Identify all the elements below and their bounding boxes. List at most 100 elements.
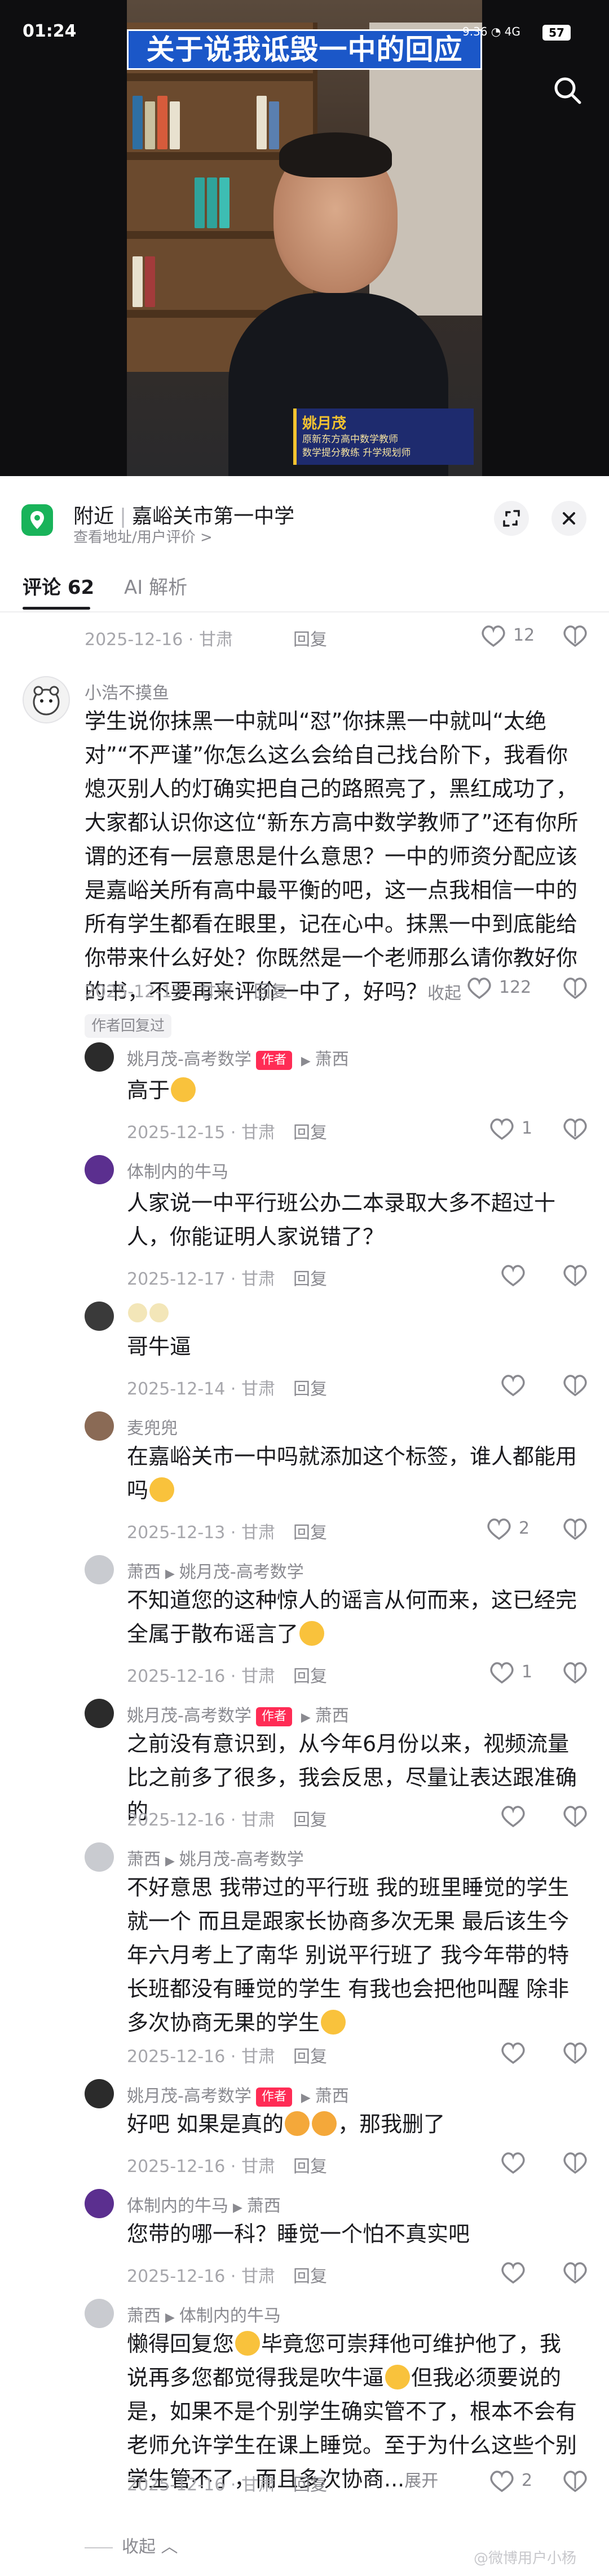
like-icon[interactable]	[476, 619, 510, 652]
reply-author[interactable]: 麦兜兜	[127, 1414, 178, 1439]
status-bar: 01:24 9.36 ◔ 4G 57	[0, 0, 609, 41]
tab-comments[interactable]: 评论 62	[23, 572, 94, 599]
tab-ai-analysis[interactable]: AI 解析	[124, 572, 187, 599]
like-icon[interactable]	[485, 1112, 519, 1145]
author-badge: 作者	[255, 2087, 292, 2107]
video-player[interactable]: 关于说我诋毁一中的回应 01:24 9.36 ◔ 4G 57 姚月茂 原新东方高…	[0, 0, 609, 476]
like-icon[interactable]	[482, 1512, 516, 1545]
comment-text: 学生说你抹黑一中就叫“怼”你抹黑一中就叫“太绝对”“不严谨”你怎么这么会给自己找…	[85, 709, 579, 1004]
smile-emoji-icon	[299, 1621, 325, 1646]
reply-author: 体制内的牛马 ▶ 萧西	[127, 2196, 281, 2216]
shocked-emoji-icon	[149, 1477, 175, 1502]
avatar[interactable]	[85, 2189, 114, 2218]
status-time: 01:24	[23, 21, 77, 41]
reply-author: 姚月茂-高考数学 作者 ▶ 萧西	[127, 2086, 349, 2107]
location-sub[interactable]: 查看地址/用户评价 >	[73, 526, 213, 547]
dislike-icon[interactable]	[558, 971, 592, 1005]
avatar[interactable]	[85, 2079, 114, 2108]
reply-author: 萧西 ▶ 姚月茂-高考数学	[127, 1562, 304, 1582]
reply-button[interactable]: 回复	[293, 2471, 327, 2495]
reply-button[interactable]: 回复	[293, 1662, 327, 1687]
reply-button[interactable]: 回复	[293, 2042, 327, 2067]
like-icon[interactable]	[496, 1368, 530, 1402]
reply-author: 姚月茂-高考数学 作者 ▶ 萧西	[127, 1706, 349, 1726]
author-badge: 作者	[255, 1050, 292, 1070]
location-name[interactable]: 附近 | 嘉峪关市第一中学	[73, 500, 294, 529]
reply-date: 2025-12-16 · 甘肃	[127, 2157, 275, 2177]
like-icon[interactable]	[496, 2146, 530, 2179]
avatar[interactable]	[85, 1042, 114, 1072]
reply-arrow-icon: ▶	[301, 1054, 311, 1068]
like-icon[interactable]	[485, 2464, 519, 2498]
avatar[interactable]	[85, 1155, 114, 1184]
status-network: 9.36 ◔ 4G	[462, 25, 520, 38]
dislike-icon[interactable]	[558, 1655, 592, 1689]
reply-date: 2025-12-16 · 甘肃	[127, 2475, 275, 2495]
dislike-icon[interactable]	[558, 1112, 592, 1145]
avatar[interactable]	[85, 1555, 114, 1584]
avatar[interactable]	[85, 2299, 114, 2328]
dislike-icon[interactable]	[558, 2464, 592, 2498]
like-icon[interactable]	[496, 1799, 530, 1833]
person-hair	[279, 132, 392, 177]
reply-text: 在嘉峪关市一中吗就添加这个标签，谁人都能用吗	[127, 1444, 577, 1503]
reply-button[interactable]: 回复	[293, 625, 327, 650]
battery-icon: 57	[542, 25, 571, 41]
comment-author[interactable]: 小浩不摸鱼	[85, 679, 169, 704]
reply-author[interactable]: 体制内的牛马	[127, 1158, 228, 1183]
reply-arrow-icon: ▶	[301, 2091, 311, 2105]
avatar[interactable]	[85, 1411, 114, 1441]
dislike-icon[interactable]	[558, 2255, 592, 2289]
thumbs-up-icon	[312, 2111, 337, 2136]
reply-button[interactable]: 回复	[254, 978, 288, 1002]
reply-button[interactable]: 回复	[293, 1518, 327, 1543]
dislike-icon[interactable]	[558, 1258, 592, 1292]
expand-button[interactable]	[494, 501, 529, 536]
reply-arrow-icon: ▶	[233, 2201, 242, 2215]
smile-emoji-icon	[321, 2010, 346, 2035]
reply-arrow-icon: ▶	[301, 1711, 311, 1725]
dislike-icon[interactable]	[558, 2036, 592, 2069]
reply-button[interactable]: 回复	[293, 1265, 327, 1290]
like-icon[interactable]	[462, 971, 496, 1005]
network-speed: 9.36	[462, 25, 488, 38]
dislike-icon[interactable]	[558, 1799, 592, 1833]
name-card-line1: 原新东方高中数学教师	[302, 434, 398, 445]
dislike-icon[interactable]	[558, 2146, 592, 2179]
avatar[interactable]	[85, 1842, 114, 1872]
like-icon[interactable]	[496, 2255, 530, 2289]
like-icon[interactable]	[496, 2036, 530, 2069]
watermark: @微博用户小杨	[474, 2550, 577, 2567]
reply-text: 哥牛逼	[127, 1334, 192, 1359]
search-icon[interactable]	[550, 73, 584, 107]
like-icon[interactable]	[485, 1655, 519, 1689]
like-count: 2	[519, 1518, 530, 1538]
dislike-icon[interactable]	[558, 1368, 592, 1402]
reply-button[interactable]: 回复	[293, 2152, 327, 2177]
reply-button[interactable]: 回复	[293, 1118, 327, 1143]
name-card: 姚月茂 原新东方高中数学教师 数学提分教练 升学规划师	[293, 408, 474, 465]
smile-emoji-icon	[235, 2331, 261, 2356]
dislike-icon[interactable]	[558, 619, 592, 652]
emoji-name-icon	[128, 1303, 147, 1322]
close-button[interactable]	[551, 501, 586, 536]
smile-emoji-icon	[385, 2365, 411, 2390]
location-bar[interactable]: 附近 | 嘉峪关市第一中学 查看地址/用户评价 >	[0, 476, 609, 549]
collapse-link[interactable]: 收起	[427, 984, 461, 1003]
dislike-icon[interactable]	[558, 1512, 592, 1545]
comment-date: 2025-12-16 · 甘肃	[85, 630, 233, 650]
like-count: 2	[522, 2471, 533, 2490]
reply-button[interactable]: 回复	[293, 1806, 327, 1831]
tab-divider	[0, 611, 609, 612]
wifi-icon: ◔	[491, 25, 501, 38]
author-badge: 作者	[255, 1707, 292, 1726]
like-icon[interactable]	[496, 1258, 530, 1292]
avatar[interactable]	[85, 1302, 114, 1331]
reply-button[interactable]: 回复	[293, 1375, 327, 1400]
collapse-replies-button[interactable]: 收起 ︿	[85, 2533, 178, 2557]
reply-button[interactable]: 回复	[293, 2262, 327, 2287]
expand-link[interactable]: 展开	[404, 2471, 438, 2491]
like-count: 122	[499, 978, 532, 997]
avatar[interactable]	[23, 676, 70, 723]
avatar[interactable]	[85, 1699, 114, 1728]
